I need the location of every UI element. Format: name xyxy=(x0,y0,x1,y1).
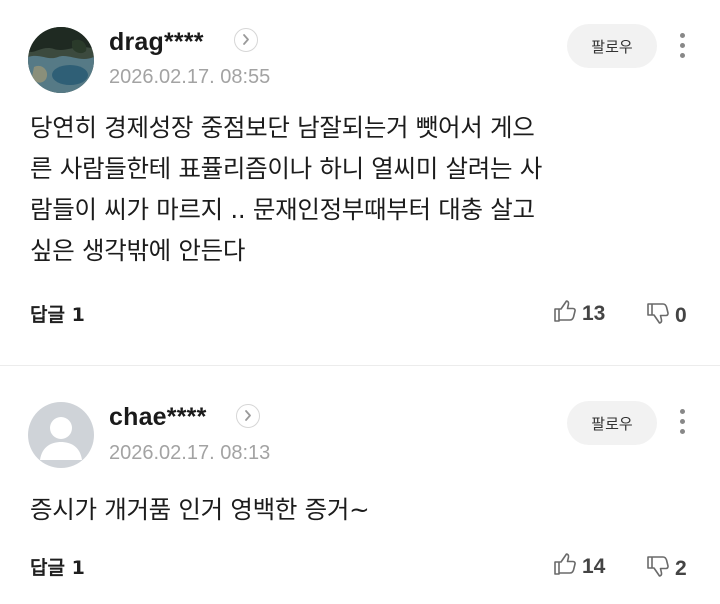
thumbs-up-icon xyxy=(552,298,578,330)
comment-body: 당연히 경제성장 중점보단 남잘되는거 뺏어서 게으 른 사람들한테 표퓰리즘이… xyxy=(30,107,690,271)
like-button[interactable]: 14 xyxy=(552,551,605,583)
comment-body: 증시가 개거품 인거 영백한 증거~ xyxy=(30,489,690,530)
comment-item: drag**** 2026.02.17. 08:55 팔로우 당연히 경제성장 … xyxy=(0,0,720,366)
like-count: 13 xyxy=(582,302,606,325)
thumbs-up-icon xyxy=(552,551,578,583)
dislike-button[interactable]: 0 xyxy=(645,300,687,332)
comment-item: chae**** 2026.02.17. 08:13 팔로우 증시가 개거품 인… xyxy=(0,366,720,604)
thumbs-down-icon xyxy=(645,300,671,332)
like-count: 14 xyxy=(582,555,606,578)
chevron-right-icon[interactable] xyxy=(236,404,260,428)
follow-button[interactable]: 팔로우 xyxy=(567,401,657,445)
reply-button[interactable]: 답글 1 xyxy=(30,300,85,327)
comment-line: 당연히 경제성장 중점보단 남잘되는거 뺏어서 게으 xyxy=(30,113,535,142)
follow-button[interactable]: 팔로우 xyxy=(567,24,657,68)
comment-line: 증시가 개거품 인거 영백한 증거~ xyxy=(30,495,370,524)
dislike-button[interactable]: 2 xyxy=(645,553,687,585)
reply-button[interactable]: 답글 1 xyxy=(30,553,85,580)
username[interactable]: drag**** xyxy=(109,28,204,57)
thumbs-down-icon xyxy=(645,553,671,585)
like-button[interactable]: 13 xyxy=(552,298,605,330)
username[interactable]: chae**** xyxy=(109,403,207,432)
avatar[interactable] xyxy=(28,402,94,468)
comment-line: 람들이 씨가 마르지 .. 문재인정부때부터 대충 살고 xyxy=(30,195,535,224)
dislike-count: 2 xyxy=(675,557,687,580)
comment-line: 싶은 생각밖에 안든다 xyxy=(30,236,246,265)
more-vertical-icon[interactable] xyxy=(672,401,692,441)
timestamp: 2026.02.17. 08:55 xyxy=(109,66,271,88)
timestamp: 2026.02.17. 08:13 xyxy=(109,442,271,464)
dislike-count: 0 xyxy=(675,304,687,327)
avatar[interactable] xyxy=(28,27,94,93)
chevron-right-icon[interactable] xyxy=(234,28,258,52)
more-vertical-icon[interactable] xyxy=(672,25,692,65)
comment-line: 른 사람들한테 표퓰리즘이나 하니 열씨미 살려는 사 xyxy=(30,154,542,183)
